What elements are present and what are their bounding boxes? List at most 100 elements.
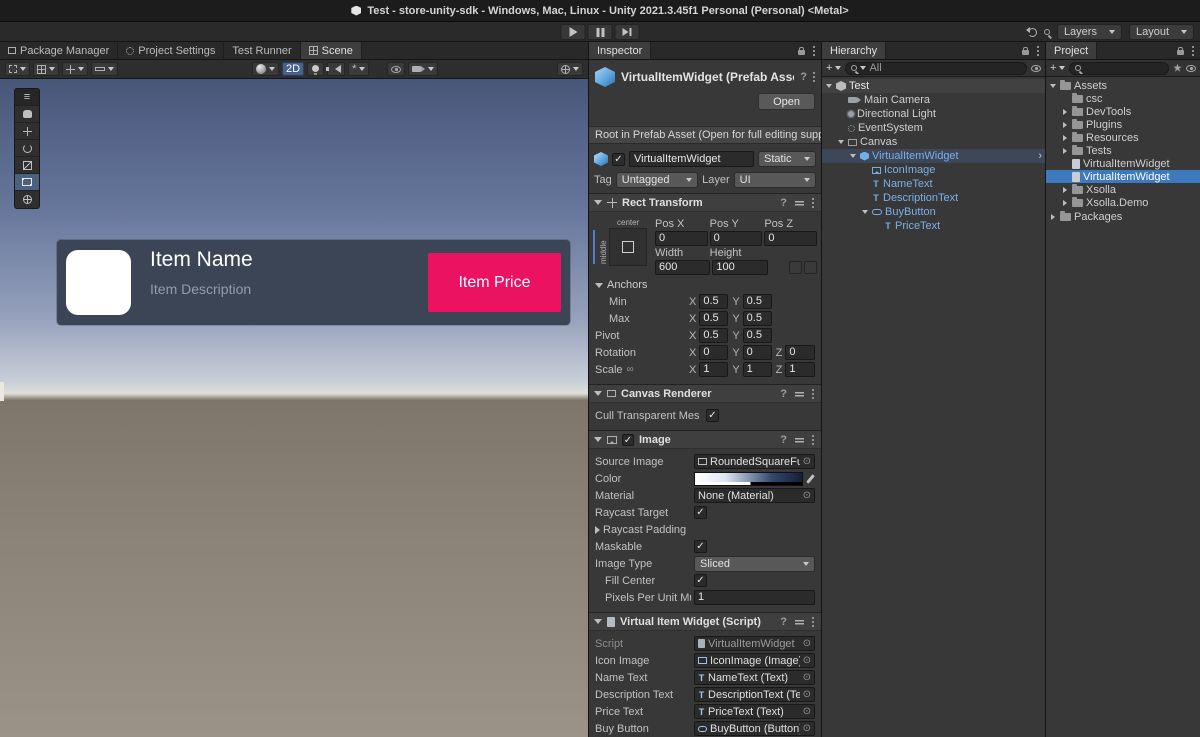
help-icon[interactable]: ? xyxy=(800,71,807,83)
cull-transparent-mesh-checkbox[interactable]: ✓ xyxy=(706,409,719,422)
kebab-menu-icon[interactable] xyxy=(1192,50,1194,52)
scene-audio-toggle[interactable] xyxy=(327,62,345,76)
hierarchy-item-iconimage[interactable]: IconImage xyxy=(822,163,1045,177)
rotate-tool-button[interactable] xyxy=(15,140,39,157)
search-icon[interactable] xyxy=(1044,29,1050,35)
measure-dropdown[interactable] xyxy=(91,62,118,76)
source-image-field[interactable]: RoundedSquareFull@ ⊙ xyxy=(694,454,815,469)
pixels-per-unit-field[interactable]: 1 xyxy=(694,590,815,605)
maskable-checkbox[interactable]: ✓ xyxy=(694,540,707,553)
height-field[interactable]: 100 xyxy=(712,260,767,275)
kebab-menu-icon[interactable] xyxy=(813,50,815,52)
active-checkbox[interactable]: ✓ xyxy=(612,153,625,166)
width-field[interactable]: 600 xyxy=(655,260,710,275)
giz mos-dropdown[interactable] xyxy=(557,62,583,76)
pivot-x-field[interactable]: 0.5 xyxy=(699,328,728,343)
object-picker-icon[interactable]: ⊙ xyxy=(803,672,811,683)
kebab-menu-icon[interactable] xyxy=(812,621,814,623)
hierarchy-item-nametext[interactable]: T NameText xyxy=(822,177,1045,191)
hierarchy-item-virtualitemwidget[interactable]: VirtualItemWidget › xyxy=(822,149,1045,163)
tab-inspector[interactable]: Inspector xyxy=(589,42,651,59)
project-item-tests[interactable]: Tests xyxy=(1046,144,1200,157)
pos-z-field[interactable]: 0 xyxy=(764,231,817,246)
raycast-target-checkbox[interactable]: ✓ xyxy=(694,506,707,519)
transform-tool-button[interactable] xyxy=(15,191,39,208)
play-button[interactable] xyxy=(561,24,586,40)
project-item-assets[interactable]: Assets xyxy=(1046,79,1200,92)
image-enabled-checkbox[interactable]: ✓ xyxy=(622,434,634,446)
scene-effects-dropdown[interactable]: * xyxy=(348,62,369,76)
tab-test-runner[interactable]: Test Runner xyxy=(224,42,300,59)
move-tool-button[interactable] xyxy=(15,123,39,140)
anchors-foldout[interactable]: Anchors xyxy=(593,277,817,293)
min-y-field[interactable]: 0.5 xyxy=(743,294,772,309)
layer-dropdown[interactable]: UI xyxy=(734,172,816,188)
tab-project-settings[interactable]: Project Settings xyxy=(118,42,224,59)
open-prefab-button[interactable]: Open xyxy=(758,93,815,110)
foldout-icon[interactable] xyxy=(1060,187,1069,193)
price-text-field[interactable]: T PriceText (Text) ⊙ xyxy=(694,704,815,719)
kebab-menu-icon[interactable] xyxy=(812,202,814,204)
lock-icon[interactable] xyxy=(798,50,805,55)
favorites-icon[interactable] xyxy=(1173,64,1182,73)
foldout-icon[interactable] xyxy=(848,154,857,158)
presets-icon[interactable] xyxy=(795,199,804,207)
tab-scene[interactable]: Scene xyxy=(301,42,362,59)
object-picker-icon[interactable]: ⊙ xyxy=(803,689,811,700)
hierarchy-item-pricetext[interactable]: T PriceText xyxy=(822,219,1045,233)
kebab-menu-icon[interactable] xyxy=(812,439,814,441)
project-item-packages[interactable]: Packages xyxy=(1046,210,1200,223)
scene-viewport[interactable]: ≡ Item Name Item Description Item Price xyxy=(0,79,588,737)
foldout-icon[interactable] xyxy=(824,84,833,88)
pivot-y-field[interactable]: 0.5 xyxy=(743,328,772,343)
undo-history-icon[interactable] xyxy=(1028,28,1037,37)
description-text-field[interactable]: T DescriptionText (Text) ⊙ xyxy=(694,687,815,702)
foldout-icon[interactable] xyxy=(1060,200,1069,206)
raw-edit-toggle-icon[interactable] xyxy=(804,261,817,274)
layout-dropdown[interactable]: Layout xyxy=(1129,24,1194,40)
prefab-open-arrow-icon[interactable]: › xyxy=(1038,150,1042,162)
project-item-xsolla-demo[interactable]: Xsolla.Demo xyxy=(1046,196,1200,209)
project-item-virtualitemwidget-selected[interactable]: VirtualItemWidget xyxy=(1046,170,1200,183)
object-picker-icon[interactable]: ⊙ xyxy=(803,490,811,501)
rect-tool-button[interactable] xyxy=(15,174,39,191)
foldout-icon[interactable] xyxy=(594,619,602,624)
foldout-icon[interactable] xyxy=(836,140,845,144)
lock-icon[interactable] xyxy=(1022,50,1029,55)
pos-y-field[interactable]: 0 xyxy=(710,231,763,246)
scale-x-field[interactable]: 1 xyxy=(699,362,728,377)
pos-x-field[interactable]: 0 xyxy=(655,231,708,246)
layers-dropdown[interactable]: Layers xyxy=(1057,24,1122,40)
blueprint-toggle-icon[interactable] xyxy=(789,261,802,274)
gameobject-name-field[interactable]: VirtualItemWidget xyxy=(629,151,754,167)
scale-link-icon[interactable]: ∞ xyxy=(627,364,634,375)
foldout-icon[interactable] xyxy=(594,391,602,396)
kebab-menu-icon[interactable] xyxy=(1037,50,1039,52)
hierarchy-item-main-camera[interactable]: Main Camera xyxy=(822,93,1045,107)
project-item-plugins[interactable]: Plugins xyxy=(1046,118,1200,131)
anchor-preset-widget[interactable]: center middle xyxy=(597,218,655,274)
project-item-virtualitemwidget-asset[interactable]: VirtualItemWidget xyxy=(1046,157,1200,170)
camera-settings-dropdown[interactable] xyxy=(408,62,438,76)
help-icon[interactable]: ? xyxy=(780,434,787,446)
foldout-icon[interactable] xyxy=(595,526,600,534)
color-swatch[interactable] xyxy=(694,472,803,486)
icon-image-field[interactable]: IconImage (Image) ⊙ xyxy=(694,653,815,668)
hierarchy-item-buybutton[interactable]: BuyButton xyxy=(822,205,1045,219)
foldout-icon[interactable] xyxy=(594,200,602,205)
tag-dropdown[interactable]: Untagged xyxy=(616,172,698,188)
hidden-packages-icon[interactable] xyxy=(1186,65,1196,72)
scene-lighting-toggle[interactable] xyxy=(307,62,324,76)
grid-settings-dropdown[interactable] xyxy=(33,62,59,76)
max-y-field[interactable]: 0.5 xyxy=(743,311,772,326)
2d-mode-toggle[interactable]: 2D xyxy=(282,62,304,76)
project-search-input[interactable] xyxy=(1069,62,1169,75)
min-x-field[interactable]: 0.5 xyxy=(699,294,728,309)
hierarchy-item-directional-light[interactable]: Directional Light xyxy=(822,107,1045,121)
rotation-x-field[interactable]: 0 xyxy=(699,345,728,360)
image-type-dropdown[interactable]: Sliced xyxy=(694,556,815,572)
view-tool-button[interactable] xyxy=(15,106,39,123)
foldout-icon[interactable] xyxy=(1060,135,1069,141)
fill-center-checkbox[interactable]: ✓ xyxy=(694,574,707,587)
draw-mode-dropdown[interactable] xyxy=(5,62,30,76)
